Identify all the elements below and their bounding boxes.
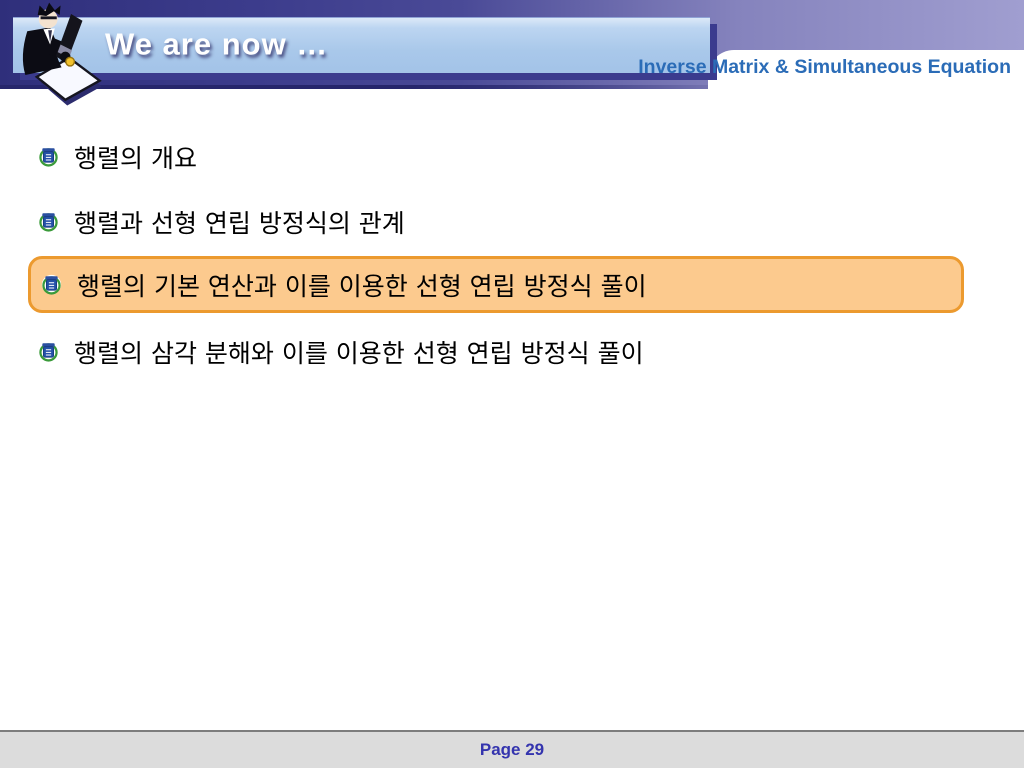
university-emblem-icon	[41, 274, 62, 295]
university-emblem-icon	[38, 211, 59, 232]
page-title: We are now …	[105, 26, 329, 62]
header-subtitle: Inverse Matrix & Simultaneous Equation	[638, 56, 1011, 78]
slide: We are now … Inverse Matrix & Simultaneo…	[0, 0, 1024, 768]
university-emblem-icon	[38, 341, 59, 362]
title-banner: We are now …	[13, 17, 710, 73]
person-writing-clipart-icon	[22, 2, 102, 106]
bullet-text: 행렬의 삼각 분해와 이를 이용한 선형 연립 방정식 풀이	[74, 338, 644, 368]
list-item: 행렬과 선형 연립 방정식의 관계	[28, 193, 405, 250]
bullet-text: 행렬의 기본 연산과 이를 이용한 선형 연립 방정식 풀이	[77, 271, 647, 301]
university-emblem-icon	[38, 146, 59, 167]
page-number: Page 29	[479, 740, 545, 759]
list-item: 행렬의 개요	[28, 128, 197, 185]
list-item-highlighted: 행렬의 기본 연산과 이를 이용한 선형 연립 방정식 풀이	[28, 256, 964, 313]
bullet-text: 행렬의 개요	[74, 143, 197, 173]
footer-bar: Page 29	[0, 730, 1024, 768]
bullet-text: 행렬과 선형 연립 방정식의 관계	[74, 208, 405, 238]
list-item: 행렬의 삼각 분해와 이를 이용한 선형 연립 방정식 풀이	[28, 323, 644, 380]
